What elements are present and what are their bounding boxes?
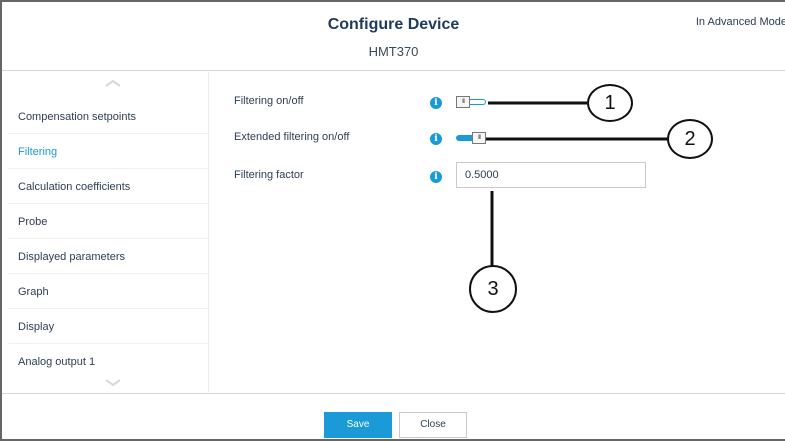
callout-marker-2: 2: [667, 119, 713, 159]
callout-marker-3: 3: [469, 265, 517, 313]
callout-marker-1: 1: [587, 84, 633, 122]
callout-leader-lines: [486, 101, 668, 266]
